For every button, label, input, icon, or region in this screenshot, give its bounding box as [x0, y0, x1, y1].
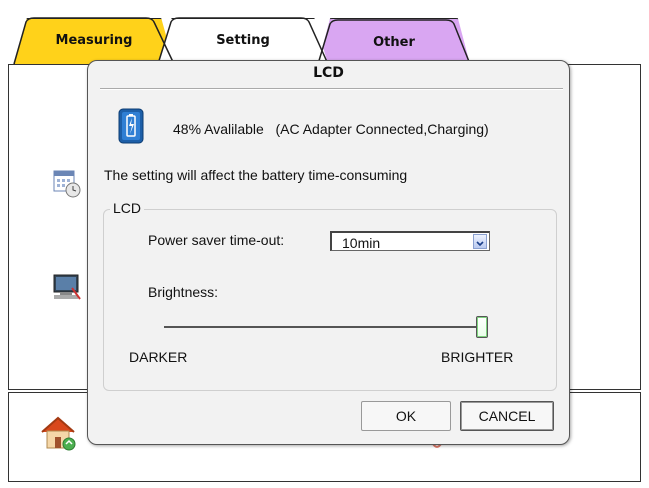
title-divider	[100, 88, 563, 90]
battery-status: 48% Avalilable (AC Adapter Connected,Cha…	[173, 121, 489, 137]
brightness-label: Brightness:	[148, 284, 219, 300]
cancel-button[interactable]: CANCEL	[460, 401, 554, 431]
brightness-slider-track[interactable]	[164, 326, 482, 328]
lcd-group-title: LCD	[110, 200, 145, 216]
monitor-tools-icon[interactable]	[52, 272, 82, 302]
timeout-value: 10min	[342, 235, 381, 251]
power-saver-timeout-label: Power saver time-out:	[148, 232, 285, 248]
power-saver-timeout-select[interactable]: 10min	[330, 231, 490, 251]
home-icon[interactable]	[38, 414, 78, 452]
darker-label: DARKER	[129, 349, 188, 365]
battery-charging-icon	[118, 108, 144, 144]
brightness-slider-thumb[interactable]	[476, 316, 488, 338]
lcd-dialog: LCD 48% Avalilable (AC Adapter Connected…	[87, 60, 570, 445]
tab-measuring-label: Measuring	[55, 33, 133, 48]
dialog-title: LCD	[313, 65, 344, 81]
ok-button[interactable]: OK	[361, 401, 451, 431]
battery-note: The setting will affect the battery time…	[104, 167, 408, 183]
calendar-clock-icon[interactable]	[52, 168, 82, 198]
tab-measuring[interactable]: Measuring	[14, 18, 174, 64]
chevron-down-icon[interactable]	[473, 234, 487, 249]
lcd-group: LCD Power saver time-out: 10min Brightne…	[103, 200, 557, 391]
brighter-label: BRIGHTER	[441, 349, 514, 365]
tab-other[interactable]: Other	[318, 18, 470, 64]
tab-setting-label: Setting	[216, 33, 270, 48]
tab-setting[interactable]: Setting	[158, 18, 328, 64]
tab-other-label: Other	[373, 35, 415, 50]
